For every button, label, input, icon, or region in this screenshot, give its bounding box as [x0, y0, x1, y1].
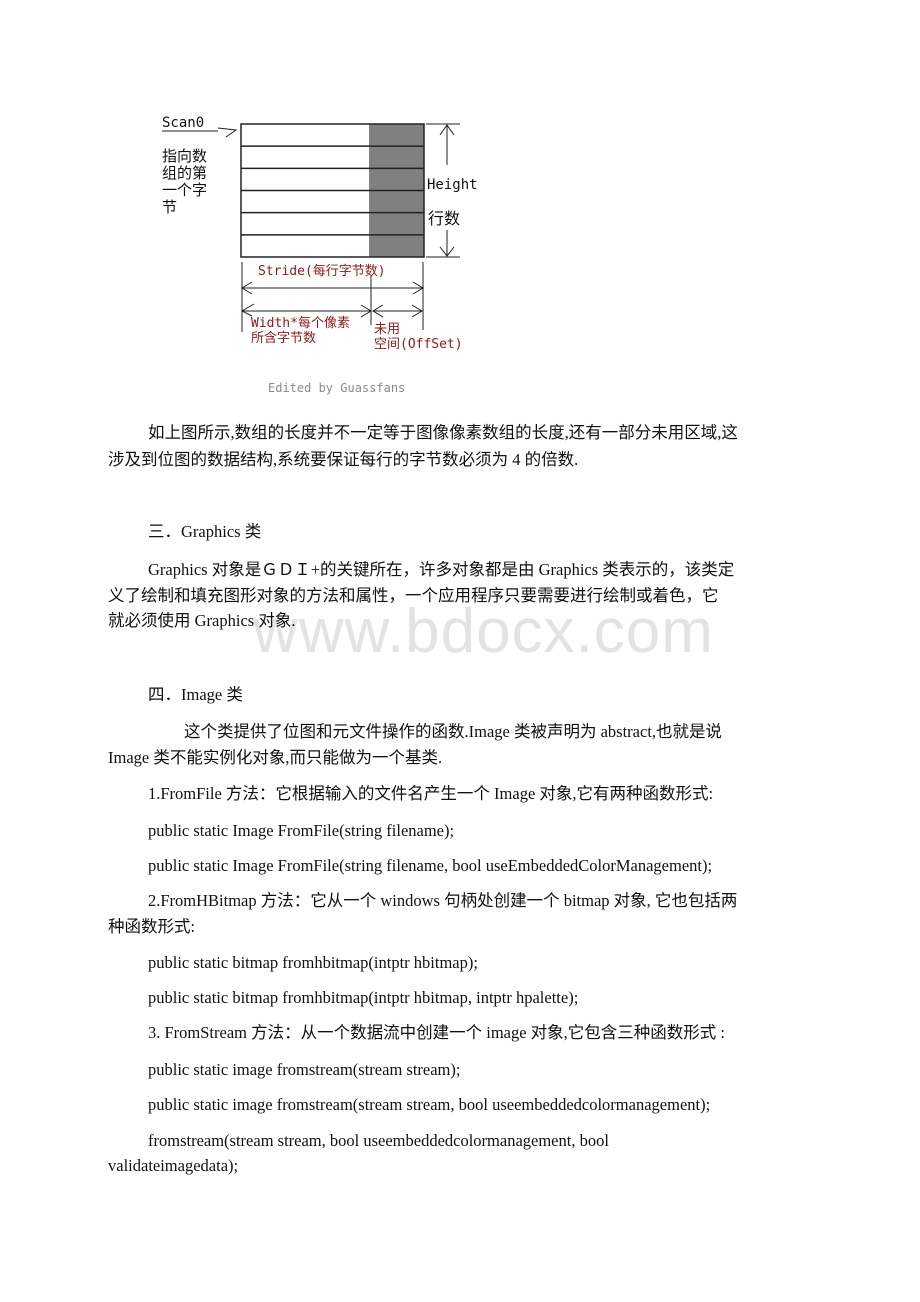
height-label: Height	[427, 177, 478, 193]
paragraph-line: 涉及到位图的数据结构,系统要保证每行的字节数必须为 4 的倍数.	[108, 450, 579, 469]
unused-label-line: 未用	[374, 322, 401, 337]
width-arrow-left-icon	[240, 303, 255, 317]
paragraph-line: 种函数形式:	[108, 917, 196, 936]
width-label-line: Width*每个像素	[251, 316, 350, 331]
unused-label-line: 空间(OffSet)	[374, 337, 463, 352]
scan0-desc-line: 一个字	[162, 181, 208, 199]
code-signature: public static image fromstream(stream st…	[148, 1060, 461, 1079]
code-signature: public static bitmap fromhbitmap(intptr …	[148, 953, 478, 972]
paragraph-line: 这个类提供了位图和元文件操作的函数.Image 类被声明为 abstract,也…	[184, 722, 723, 741]
paragraph-line: 义了绘制和填充图形对象的方法和属性，一个应用程序只要需要进行绘制或着色，它	[108, 586, 719, 605]
code-signature: public static bitmap fromhbitmap(intptr …	[148, 988, 579, 1007]
paragraph-line: 就必须使用 Graphics 对象.	[108, 611, 296, 630]
paragraph-line: 如上图所示,数组的长度并不一定等于图像像素数组的长度,还有一部分未用区域,这	[148, 423, 738, 442]
paragraph-line: Graphics 对象是ＧＤＩ+的关键所在，许多对象都是由 Graphics 类…	[148, 560, 735, 579]
scan0-description: 指向数 组的第 一个字 节	[162, 148, 207, 216]
method-description-fromstream: 3. FromStream 方法：从一个数据流中创建一个 image 对象,它包…	[148, 1023, 726, 1042]
section-heading-graphics: 三．Graphics 类	[148, 522, 262, 541]
code-signature: validateimagedata);	[108, 1156, 239, 1175]
paragraph-line: Image 类不能实例化对象,而只能做为一个基类.	[108, 748, 443, 767]
code-signature: public static Image FromFile(string file…	[148, 821, 455, 840]
scan0-label: Scan0	[162, 115, 205, 131]
width-label-line: 所含字节数	[251, 331, 317, 346]
stride-label: Stride(每行字节数)	[258, 264, 386, 279]
code-signature: fromstream(stream stream, bool useembedd…	[148, 1131, 609, 1150]
code-signature: public static image fromstream(stream st…	[148, 1095, 711, 1114]
code-signature: public static Image FromFile(string file…	[148, 856, 713, 875]
diagram-credit: Edited by Guassfans	[268, 381, 406, 395]
scan0-arrow-icon	[217, 127, 238, 138]
scan0-desc-line: 指向数	[162, 147, 208, 165]
rows-label: 行数	[428, 209, 461, 228]
scan0-desc-line: 组的第	[162, 164, 208, 182]
bitmap-stride-diagram: Scan0 指向数 组的第 一个字 节 Height 行数 Stride(每行字…	[150, 110, 490, 400]
section-heading-image: 四．Image 类	[148, 685, 243, 704]
method-description-fromfile: 1.FromFile 方法：它根据输入的文件名产生一个 Image 对象,它有两…	[148, 784, 714, 803]
scan0-desc-line: 节	[162, 198, 178, 216]
method-description-fromhbitmap: 2.FromHBitmap 方法：它从一个 windows 句柄处创建一个 bi…	[148, 891, 738, 910]
document-page: www.bdocx.com Scan0 指向数 组的第 一个字 节 Height…	[0, 0, 920, 1302]
width-label: Width*每个像素 所含字节数	[251, 316, 350, 346]
unused-label: 未用 空间(OffSet)	[374, 322, 463, 352]
